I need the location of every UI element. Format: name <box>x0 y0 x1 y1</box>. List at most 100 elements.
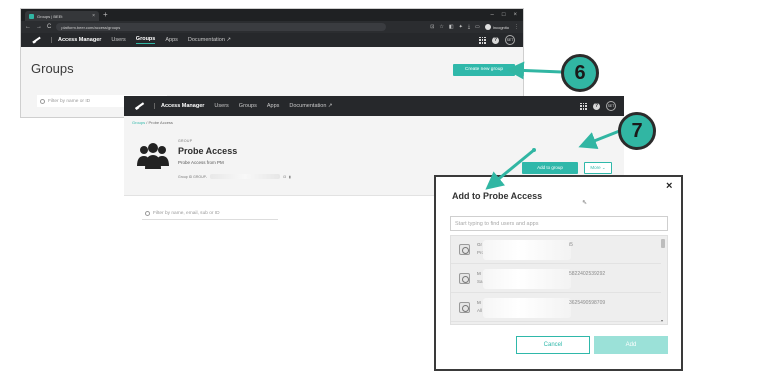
extension-icon[interactable]: ◧ <box>449 24 454 30</box>
nav-documentation-label: Documentation <box>187 37 225 43</box>
app-navbar: Access Manager Users Groups Apps Documen… <box>21 33 523 47</box>
group-id-label: Group ID GROUP- <box>178 174 208 179</box>
close-icon[interactable]: × <box>666 180 672 192</box>
more-button[interactable]: More ⌄ <box>584 162 612 174</box>
group-name: Probe Access <box>178 146 238 156</box>
redacted-id <box>210 174 281 179</box>
app-navbar-detail: Access Manager Users Groups Apps Documen… <box>124 96 624 116</box>
group-description: Probe Access from PM <box>178 160 224 165</box>
reload-icon[interactable]: C <box>47 24 51 30</box>
nav-apps[interactable]: Apps <box>267 103 280 109</box>
app-brand[interactable]: Access Manager <box>154 103 204 109</box>
download-icon[interactable]: ⤓ <box>468 24 470 30</box>
user-avatar[interactable]: SET <box>505 35 515 45</box>
app-logo-icon[interactable] <box>31 36 41 44</box>
list-item[interactable]: Gr Pro i5 <box>451 236 661 264</box>
step-7-callout: 7 <box>618 112 656 150</box>
nav-documentation[interactable]: Documentation ↗ <box>188 37 231 43</box>
nav-users[interactable]: Users <box>111 37 125 43</box>
mouse-cursor-icon: ⇖ <box>582 200 588 206</box>
result-name: Gr <box>477 242 482 247</box>
browser-menu-icon[interactable]: ⋮ <box>514 24 519 30</box>
address-bar[interactable]: platform.beer.com/access/groups <box>56 23 387 31</box>
group-id: Group ID GROUP- i3 ▮ <box>178 174 291 179</box>
maximize-icon[interactable]: □ <box>502 12 506 18</box>
user-avatar[interactable]: SET <box>606 101 616 111</box>
cast-icon[interactable]: ⊡ <box>430 24 434 30</box>
incognito-label: Incognito <box>492 24 509 30</box>
groups-filter-placeholder: Filter by name or ID <box>48 98 91 104</box>
breadcrumb-groups-link[interactable]: Groups <box>132 120 145 125</box>
add-members-dialog: Add to Probe Access × ⇖ Start typing to … <box>434 175 683 371</box>
browser-tab-bar: Groups | BEEt × + – □ × <box>21 9 523 21</box>
member-search-input[interactable]: Start typing to find users and apps <box>450 216 668 231</box>
window-close-icon[interactable]: × <box>513 12 517 18</box>
search-results-list[interactable]: Gr Pro i5 M Sa 5822402539292 M All 36254… <box>450 235 668 325</box>
list-item[interactable]: M All 3625490598709 <box>451 294 661 322</box>
nav-documentation-label: Documentation <box>289 103 327 109</box>
nav-documentation[interactable]: Documentation ↗ <box>289 103 332 109</box>
redacted-text <box>483 298 571 318</box>
add-to-group-button[interactable]: Add to group <box>522 162 578 174</box>
forward-icon[interactable]: → <box>36 24 42 30</box>
back-icon[interactable]: ← <box>25 24 31 30</box>
result-id: i5 <box>569 242 573 248</box>
list-scrollbar[interactable]: ▾ <box>661 239 665 323</box>
nav-groups[interactable]: Groups <box>239 103 257 109</box>
member-search-placeholder: Start typing to find users and apps <box>455 220 539 227</box>
result-id: 5822402539292 <box>569 271 606 277</box>
group-people-icon <box>137 143 169 169</box>
create-new-group-button[interactable]: Create new group <box>453 64 515 76</box>
scrollbar-thumb[interactable] <box>661 239 665 248</box>
nav-users[interactable]: Users <box>214 103 228 109</box>
address-bar-url: platform.beer.com/access/groups <box>61 24 121 30</box>
favicon-icon <box>29 13 34 19</box>
window-controls: – □ × <box>491 12 523 18</box>
puzzle-icon[interactable]: ✦ <box>459 24 463 30</box>
result-name: M <box>477 271 481 276</box>
cancel-button[interactable]: Cancel <box>516 336 590 354</box>
result-name: M <box>477 300 481 305</box>
browser-toolbar: ← → C platform.beer.com/access/groups ⊡ … <box>21 21 523 33</box>
list-item[interactable]: M Sa 5822402539292 <box>451 265 661 293</box>
app-logo-icon[interactable] <box>134 102 145 111</box>
redacted-text <box>483 240 571 260</box>
navbar-right: ? SET <box>580 101 624 111</box>
tab-close-icon[interactable]: × <box>92 13 95 19</box>
search-icon <box>145 211 150 216</box>
help-icon[interactable]: ? <box>593 102 600 110</box>
nav-apps[interactable]: Apps <box>165 37 178 43</box>
group-id-tail: i3 <box>283 174 286 179</box>
incognito-avatar-icon <box>484 24 491 30</box>
app-brand[interactable]: Access Manager <box>51 37 101 43</box>
bookmark-star-icon[interactable]: ☆ <box>439 24 443 30</box>
nav-groups[interactable]: Groups <box>135 36 156 44</box>
group-type-label: GROUP <box>178 139 193 143</box>
add-button[interactable]: Add <box>594 336 668 354</box>
result-id: 3625490598709 <box>569 300 606 306</box>
minimize-icon[interactable]: – <box>491 12 494 18</box>
copy-icon[interactable]: ▮ <box>289 175 291 179</box>
incognito-badge[interactable]: Incognito <box>484 24 509 30</box>
breadcrumb: Groups / Probe Access <box>132 120 173 125</box>
result-subtitle: All <box>477 308 483 313</box>
app-grid-icon[interactable] <box>479 36 486 44</box>
redacted-text <box>483 269 571 289</box>
members-filter-placeholder: Filter by name, email, sub or ID <box>153 211 220 216</box>
new-tab-button[interactable]: + <box>103 10 108 20</box>
user-icon <box>459 302 470 313</box>
browser-tab-title: Groups | BEEt <box>37 13 63 19</box>
user-icon <box>459 273 470 284</box>
browser-tab[interactable]: Groups | BEEt × <box>25 11 99 21</box>
app-grid-icon[interactable] <box>580 102 587 110</box>
help-icon[interactable]: ? <box>492 36 499 44</box>
step-6-callout: 6 <box>561 54 599 92</box>
tutorial-canvas: Groups | BEEt × + – □ × ← → C platform.b… <box>0 0 768 384</box>
result-subtitle: Sa <box>477 279 483 284</box>
search-icon <box>40 98 45 104</box>
navbar-right: ? SET <box>479 35 523 45</box>
user-icon <box>459 244 470 255</box>
sidebar-icon[interactable]: ▭ <box>475 24 480 30</box>
scroll-down-icon[interactable]: ▾ <box>661 318 663 323</box>
members-filter-input[interactable]: Filter by name, email, sub or ID <box>142 208 278 220</box>
